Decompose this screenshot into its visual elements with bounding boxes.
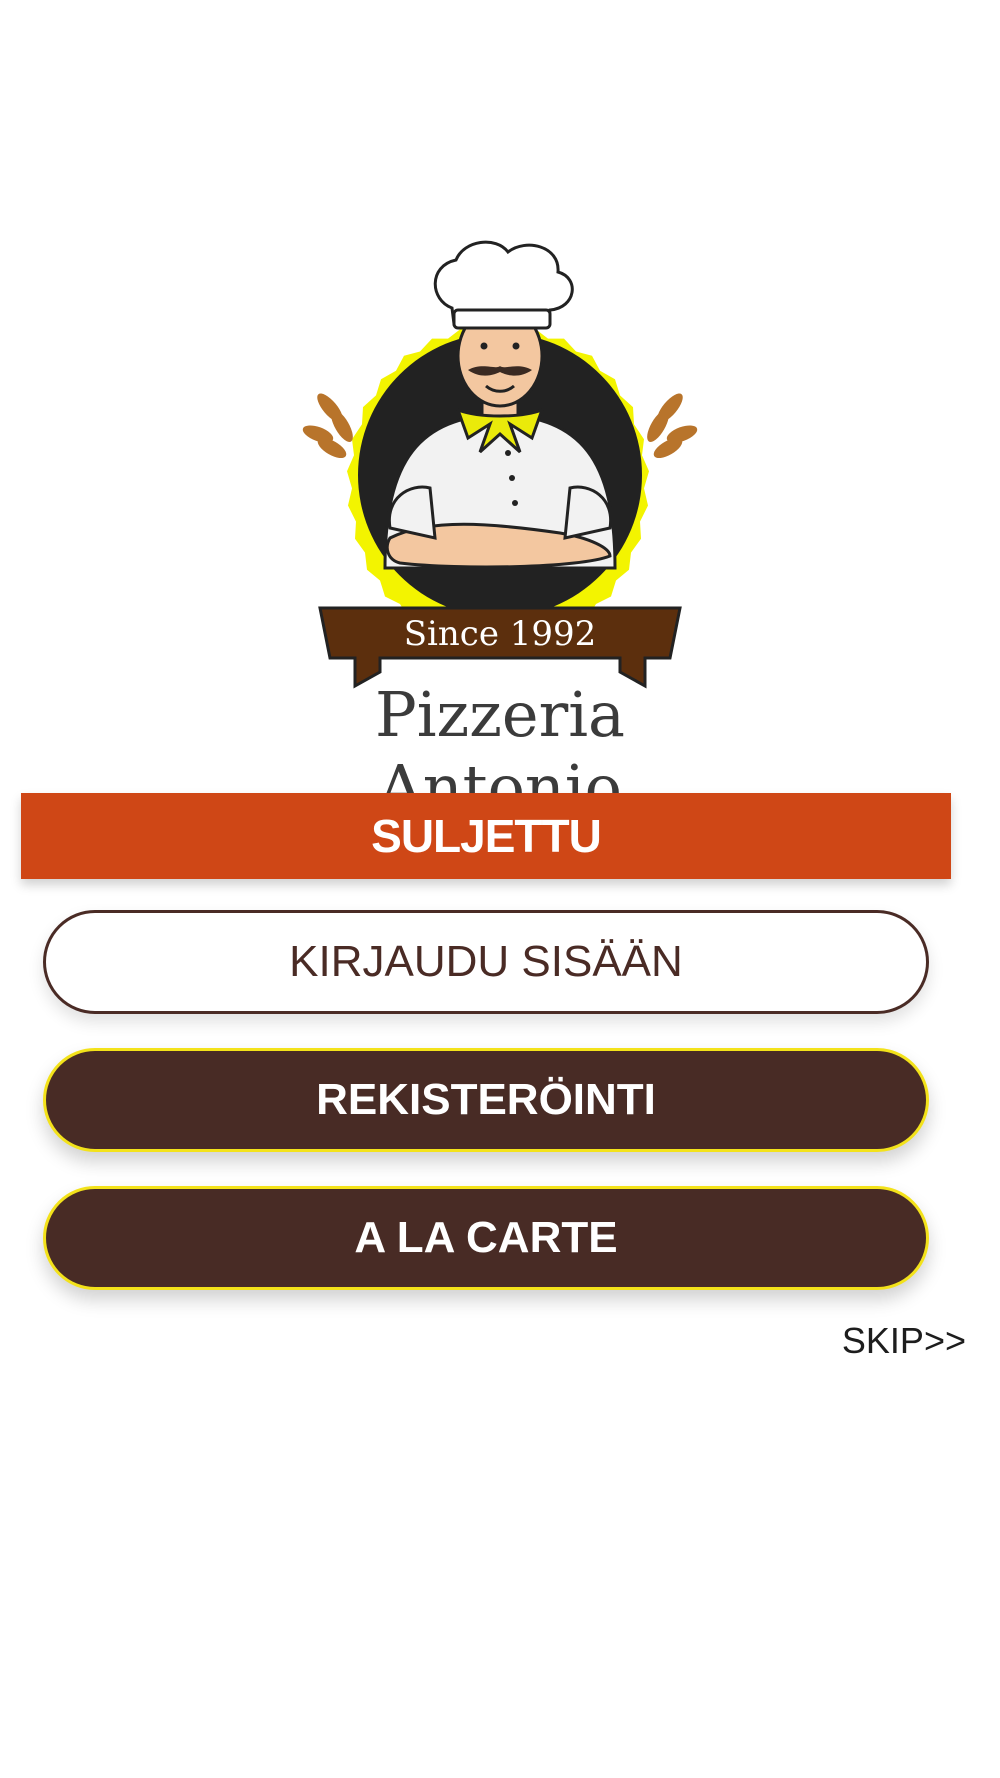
alacarte-button-label: A LA CARTE	[354, 1213, 618, 1262]
login-button[interactable]: KIRJAUDU SISÄÄN	[43, 910, 929, 1014]
status-banner: SULJETTU	[21, 793, 951, 879]
wheat-right-icon	[647, 393, 698, 459]
badge-text: Since 1992	[404, 614, 597, 654]
alacarte-button[interactable]: A LA CARTE	[43, 1186, 929, 1290]
wheat-left-icon	[302, 393, 353, 459]
status-label: SULJETTU	[371, 810, 602, 862]
skip-link[interactable]: SKIP>>	[842, 1320, 966, 1362]
splash-screen: Since 1992 Pizzeria Antonio SULJETTU KIR…	[0, 0, 1000, 1778]
login-button-label: KIRJAUDU SISÄÄN	[289, 937, 683, 986]
pizzeria-logo: Since 1992 Pizzeria Antonio	[260, 238, 740, 824]
register-button[interactable]: REKISTERÖINTI	[43, 1048, 929, 1152]
chef-logo-icon: Since 1992	[302, 240, 698, 689]
register-button-label: REKISTERÖINTI	[316, 1075, 656, 1124]
